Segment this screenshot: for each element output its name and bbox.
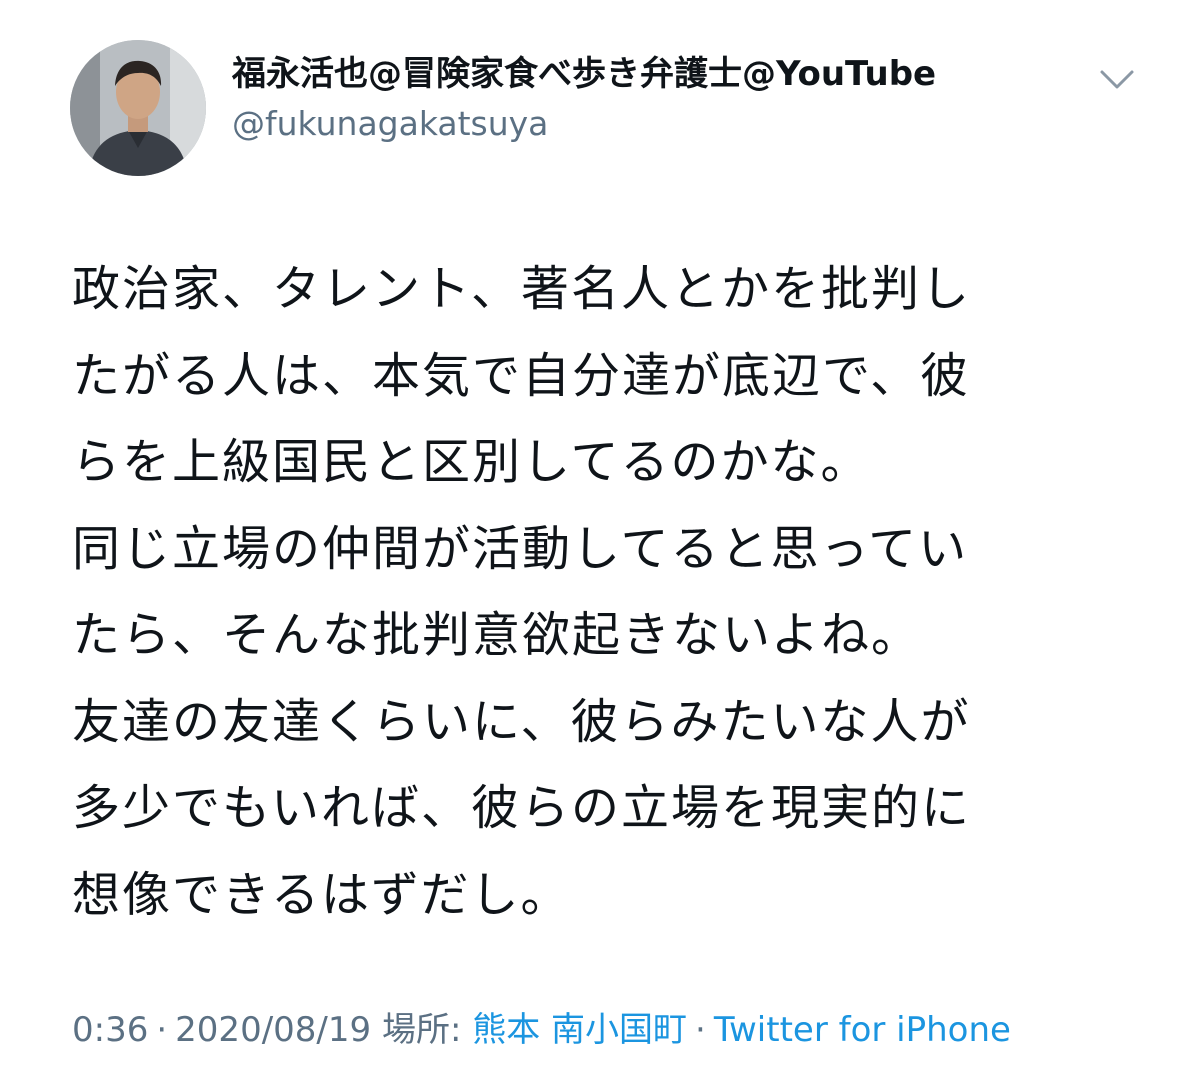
tweet-metadata: 0:36 · 2020/08/19 場所: 熊本 南小国町 · Twitter for …: [72, 1006, 1011, 1054]
separator: ·: [695, 1010, 706, 1050]
tweet-text-line: たら、そんな批判意欲起きないよね。: [72, 607, 922, 663]
source-link[interactable]: Twitter for iPhone: [714, 1010, 1011, 1050]
avatar-photo: [70, 40, 206, 176]
chevron-down-icon[interactable]: [1098, 66, 1136, 94]
tweet-text-line: 想像できるはずだし。: [72, 866, 571, 923]
avatar[interactable]: [70, 40, 206, 176]
tweet-text-line: 政治家、タレント、著名人とかを批判し: [72, 261, 972, 317]
author-info: 福永活也@冒険家食べ歩き弁護士@YouTube @fukunagakatsuya: [232, 52, 1040, 146]
tweet-text: 政治家、タレント、著名人とかを批判し たがる人は、本気で自分達が底辺で、彼 らを…: [72, 246, 1132, 938]
tweet: 福永活也@冒険家食べ歩き弁護士@YouTube @fukunagakatsuya…: [0, 0, 1200, 1081]
author-handle[interactable]: @fukunagakatsuya: [232, 102, 1040, 146]
separator: ·: [156, 1010, 168, 1050]
author-display-name[interactable]: 福永活也@冒険家食べ歩き弁護士@YouTube: [232, 52, 1040, 96]
tweet-text-line: 同じ立場の仲間が活動してると思ってい: [72, 520, 969, 577]
location-link[interactable]: 熊本 南小国町: [472, 1010, 687, 1050]
tweet-text-line: 多少でもいれば、彼らの立場を現実的に: [72, 780, 972, 836]
tweet-text-line: 友達の友達くらいに、彼らみたいな人が: [72, 693, 971, 750]
location-label: 場所:: [381, 1010, 462, 1050]
tweet-time[interactable]: 0:36: [72, 1010, 148, 1050]
tweet-date[interactable]: 2020/08/19: [175, 1010, 371, 1050]
tweet-text-line: たがる人は、本気で自分達が底辺で、彼: [72, 347, 971, 404]
tweet-text-line: らを上級国民と区別してるのかな。: [72, 434, 871, 490]
